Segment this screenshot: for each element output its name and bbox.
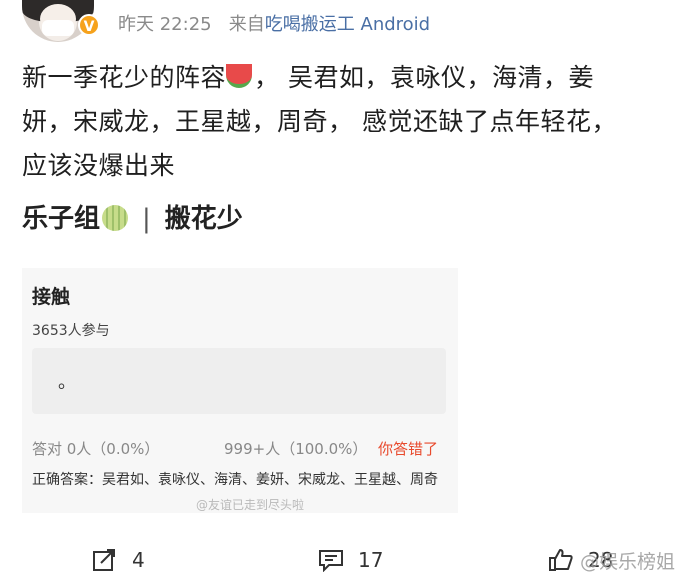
image-watermark: @友谊已走到尽头啦	[196, 498, 305, 512]
quiz-stats: 答对 0人（0.0%） 999+人（100.0%） 你答错了	[32, 438, 452, 459]
quiz-participants: 3653人参与	[32, 323, 110, 339]
comment-count: 17	[358, 548, 384, 572]
verified-badge-icon: V	[78, 14, 100, 36]
stat-correct: 答对 0人（0.0%）	[32, 440, 160, 458]
corner-watermark: @娱乐榜姐	[580, 551, 676, 573]
source-prefix: 来自	[228, 14, 265, 35]
answer-box: 。	[32, 348, 446, 414]
post-meta: 昨天 22:25 来自吃喝搬运工 Android	[118, 10, 430, 36]
melon-icon	[102, 205, 129, 231]
group-name[interactable]: 乐子组	[22, 204, 100, 234]
share-count: 4	[132, 548, 145, 572]
post-text: 新一季花少的阵容， 吴君如，袁咏仪，海清，姜 妍，宋威龙，王星越，周奇， 感觉还…	[22, 56, 672, 188]
post-line-2: 妍，宋威龙，王星越，周奇， 感觉还缺了点年轻花，	[22, 107, 617, 136]
section-title: 乐子组 | 搬花少	[22, 198, 243, 235]
post-line-1: 新一季花少的阵容， 吴君如，袁咏仪，海清，姜	[22, 63, 594, 92]
post-time: 昨天 22:25	[118, 14, 212, 35]
correct-answer: 正确答案：吴君如、袁咏仪、海清、姜妍、宋威龙、王星越、周奇	[32, 472, 438, 488]
topic-name: 搬花少	[164, 204, 243, 234]
share-icon	[93, 549, 115, 571]
quiz-card: 接触 3653人参与 。 答对 0人（0.0%） 999+人（100.0%） 你…	[22, 268, 458, 513]
share-button[interactable]: 4	[92, 548, 145, 572]
wrong-label: 你答错了	[378, 440, 439, 458]
title-separator: |	[142, 204, 151, 234]
quiz-title: 接触	[32, 286, 71, 308]
post-line-3: 应该没爆出来	[22, 151, 176, 180]
post-source-link[interactable]: 吃喝搬运工 Android	[265, 14, 430, 35]
post-header: V 昨天 22:25 来自吃喝搬运工 Android	[0, 0, 700, 44]
answer-text: 。	[58, 372, 76, 393]
stat-wrong-count: 999+人（100.0%）	[224, 440, 368, 458]
thumbs-up-icon	[549, 549, 573, 571]
comment-button[interactable]: 17	[318, 548, 383, 572]
watermelon-icon	[226, 64, 253, 88]
comment-icon	[319, 550, 343, 572]
